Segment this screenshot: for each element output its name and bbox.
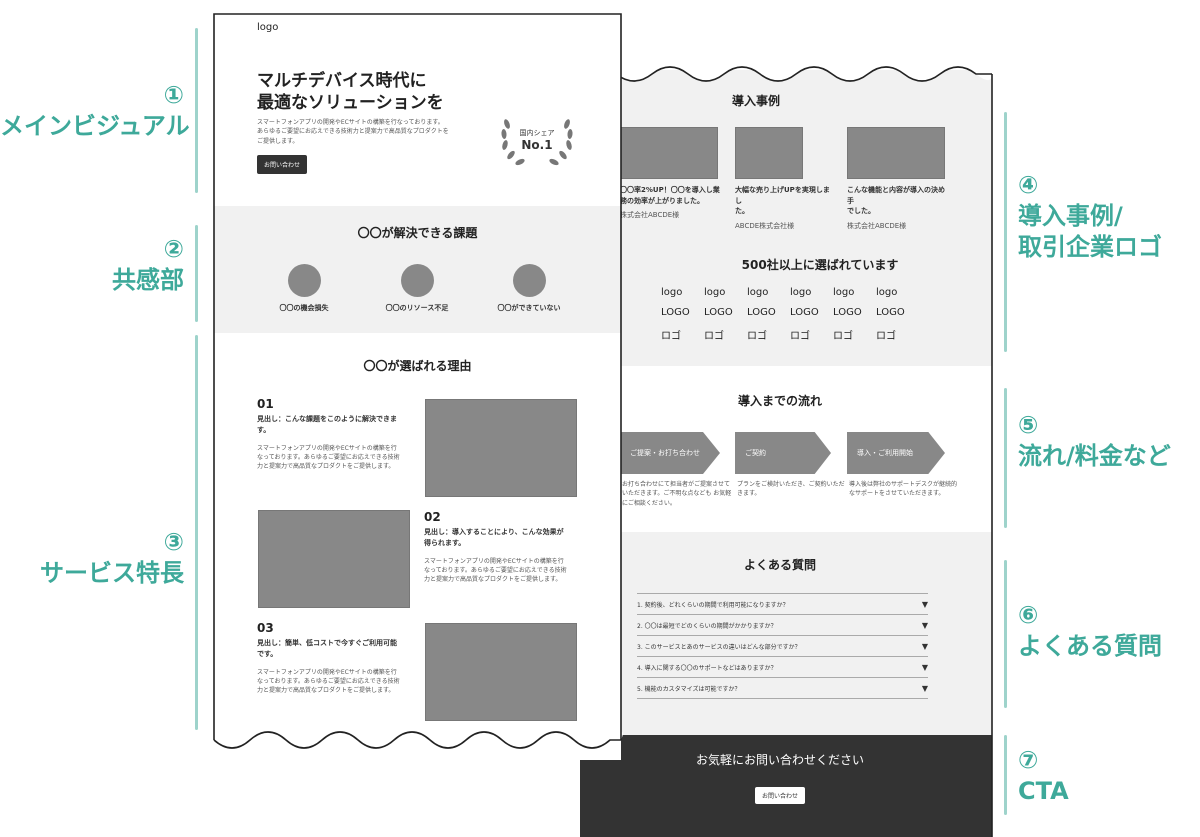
annotation-text: 共感部 (112, 266, 184, 295)
annotation-text: CTA (1018, 777, 1069, 806)
annotation-text: 取引企業ロゴ (1018, 233, 1162, 262)
annotation-bar-5 (1004, 388, 1007, 528)
annotation-number: ⑦ (1018, 746, 1039, 774)
annotation-bar-6 (1004, 560, 1007, 708)
annotation-text: 導入事例/ (1018, 202, 1123, 231)
annotation-4: ④ 導入事例/ 取引企業ロゴ (1018, 170, 1162, 264)
annotation-bar-3 (195, 335, 198, 730)
right-page-outline (575, 60, 993, 837)
annotation-3: ③ サービス特長 (0, 527, 184, 589)
annotation-6: ⑥ よくある質問 (1018, 600, 1162, 662)
annotation-7: ⑦ CTA (1018, 745, 1069, 807)
annotation-number: ① (163, 81, 184, 109)
annotation-1: ① メインビジュアル (0, 80, 190, 142)
annotation-text: よくある質問 (1018, 632, 1162, 661)
annotation-text: メインビジュアル (0, 112, 190, 141)
annotation-text: 流れ/料金など (1018, 442, 1171, 471)
annotation-5: ⑤ 流れ/料金など (1018, 410, 1171, 472)
annotation-number: ③ (163, 528, 184, 556)
annotation-bar-1 (195, 28, 198, 193)
annotation-bar-2 (195, 225, 198, 322)
annotation-number: ② (163, 235, 184, 263)
annotation-number: ⑤ (1018, 411, 1039, 439)
annotation-number: ④ (1018, 171, 1039, 199)
left-page-outline (212, 13, 623, 760)
annotation-2: ② 共感部 (0, 234, 184, 296)
annotation-number: ⑥ (1018, 601, 1039, 629)
annotation-bar-4 (1004, 112, 1007, 352)
annotation-bar-7 (1004, 735, 1007, 815)
annotation-text: サービス特長 (40, 559, 184, 588)
